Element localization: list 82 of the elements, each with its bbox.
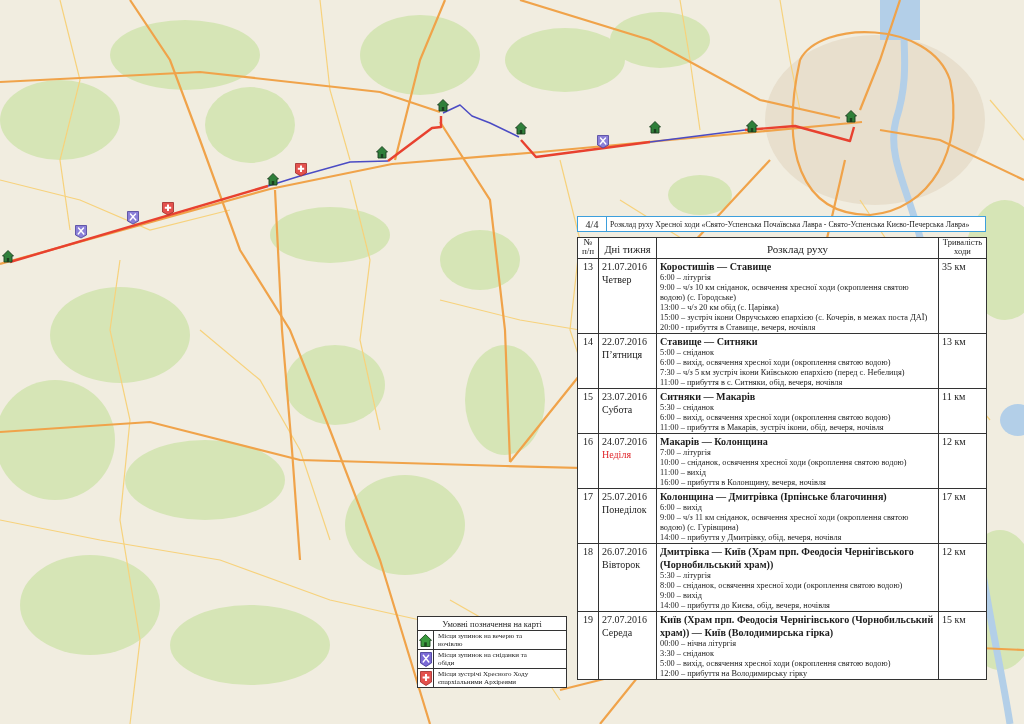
date-text: 23.07.2016	[602, 390, 647, 403]
event-line: 20:00 - прибуття в Ставище, вечеря, ночівля	[660, 323, 816, 333]
column-header: Тривалість ходи	[941, 238, 984, 256]
event-line: 7:00 – літургія	[660, 448, 711, 458]
distance-text: 11 км	[942, 390, 966, 403]
legend-title: Умовні позначення на карті	[442, 618, 542, 629]
event-line: 5:30 – сніданок	[660, 403, 714, 413]
distance-text: 15 км	[942, 613, 966, 626]
event-line: 8:00 – сніданок, освячення хресної ходи (окроплення святою водою)	[660, 581, 903, 591]
distance-text: 12 км	[942, 545, 966, 558]
row-number: 15	[583, 390, 593, 403]
row-number: 16	[583, 435, 593, 448]
event-line: 6:00 – вихід	[660, 503, 703, 513]
column-header: Розклад руху	[766, 243, 829, 255]
distance-text: 13 км	[942, 335, 966, 348]
page-number: 4/4	[585, 218, 599, 230]
row-number: 13	[583, 260, 593, 273]
weekday-text: Середа	[602, 626, 633, 639]
event-line: 13:00 – ч/з 20 км обід (с. Царівка)	[660, 303, 779, 313]
event-line: 3:30 – сніданок	[660, 649, 714, 659]
date-text: 21.07.2016	[602, 260, 647, 273]
house-icon	[845, 110, 857, 123]
house-icon	[419, 633, 432, 647]
house-icon	[437, 99, 449, 112]
house-icon	[649, 121, 661, 134]
weekday-text: Понеділок	[602, 503, 647, 516]
date-text: 24.07.2016	[602, 435, 647, 448]
weekday-text: Вівторок	[602, 558, 641, 571]
event-line: 6:00 – літургія	[660, 273, 711, 283]
event-line: 9:00 – ч/з 10 км сніданок, освячення хресної ходи (окроплення святою водою) (с. Городське)	[660, 283, 910, 303]
event-line: 15:00 – зустріч ікони Овручською епархією (с. Кочерів, в межах поста ДАЇ)	[660, 313, 928, 323]
event-line: 9:00 – вихід	[660, 591, 703, 601]
fork-knife-icon	[127, 211, 139, 225]
route-title: Коростишів — Ставище	[660, 260, 772, 273]
route-title: Ситняки — Макарів	[660, 390, 756, 403]
cross-icon	[295, 163, 307, 177]
house-icon	[2, 250, 14, 263]
route-title: Київ (Храм прп. Феодосія Чернігівського (Чорнобильський храм)) — Київ (Володимирська гірка)	[660, 613, 935, 639]
row-number: 19	[583, 613, 593, 626]
event-line: 5:00 – сніданок	[660, 348, 714, 358]
event-line: 11:00 – прибуття в Макарів, зустріч ікони, обід, вечеря, ночівля	[660, 423, 884, 433]
house-icon	[267, 173, 279, 186]
row-number: 14	[583, 335, 593, 348]
route-title: Макарів — Колонщина	[660, 435, 768, 448]
event-line: 5:30 – літургія	[660, 571, 711, 581]
distance-text: 12 км	[942, 435, 966, 448]
event-line: 10:00 – сніданок, освячення хресної ходи (окроплення святою водою)	[660, 458, 907, 468]
fork-knife-icon	[75, 225, 87, 239]
event-line: 11:00 – вихід	[660, 468, 706, 478]
house-icon	[515, 122, 527, 135]
event-line: 14:00 – прибуття у Дмитрівку, обід, вечеря, ночівля	[660, 533, 842, 543]
event-line: 5:00 – вихід, освячення хресної ходи (окроплення святою водою)	[660, 659, 891, 669]
row-number: 17	[583, 490, 593, 503]
weekday-text: Субота	[602, 403, 633, 416]
weekday-text: Четвер	[602, 273, 632, 286]
fork-knife-icon	[597, 135, 609, 149]
date-text: 25.07.2016	[602, 490, 647, 503]
event-line: 14:00 – прибуття до Києва, обід, вечеря, ночівля	[660, 601, 830, 611]
event-line: 00:00 – нічна літургія	[660, 639, 737, 649]
event-line: 7:30 – ч/з 5 км зустріч ікони Київською епархією (перед с. Небелиця)	[660, 368, 905, 378]
column-header: Дні тижня	[604, 244, 651, 256]
row-number: 18	[583, 545, 593, 558]
date-text: 27.07.2016	[602, 613, 647, 626]
cross-icon	[162, 202, 174, 216]
weekday-text: П’ятниця	[602, 348, 643, 361]
route-title: Ставище — Ситняки	[660, 335, 758, 348]
route-title: Колонщина — Дмитрівка (Ірпінське благочиння)	[660, 490, 887, 503]
house-icon	[376, 146, 388, 159]
event-line: 6:00 – вихід, освячення хресної ходи (окроплення святою водою)	[660, 413, 891, 423]
event-line: 9:00 – ч/з 11 км сніданок, освячення хресної ходи (окроплення святою водою) (с. Гурівщина)	[660, 513, 910, 533]
house-icon	[746, 120, 758, 133]
column-header: № п/п	[580, 238, 596, 256]
event-line: 12:00 – прибуття на Володимирську гірку	[660, 669, 808, 679]
date-text: 22.07.2016	[602, 335, 647, 348]
distance-text: 17 км	[942, 490, 966, 503]
event-line: 16:00 – прибуття в Колонщину, вечеря, ночівля	[660, 478, 826, 488]
event-line: 6:00 – вихід, освячення хресної ходи (окроплення святою водою)	[660, 358, 891, 368]
distance-text: 35 км	[942, 260, 966, 273]
event-line: 11:00 – прибуття в с. Ситняки, обід, вечеря, ночівля	[660, 378, 843, 388]
route-title: Дмитрівка — Київ (Храм прп. Феодосія Чернігівського (Чорнобильський храм))	[660, 545, 915, 571]
weekday-text: Неділя	[602, 448, 631, 461]
date-text: 26.07.2016	[602, 545, 647, 558]
